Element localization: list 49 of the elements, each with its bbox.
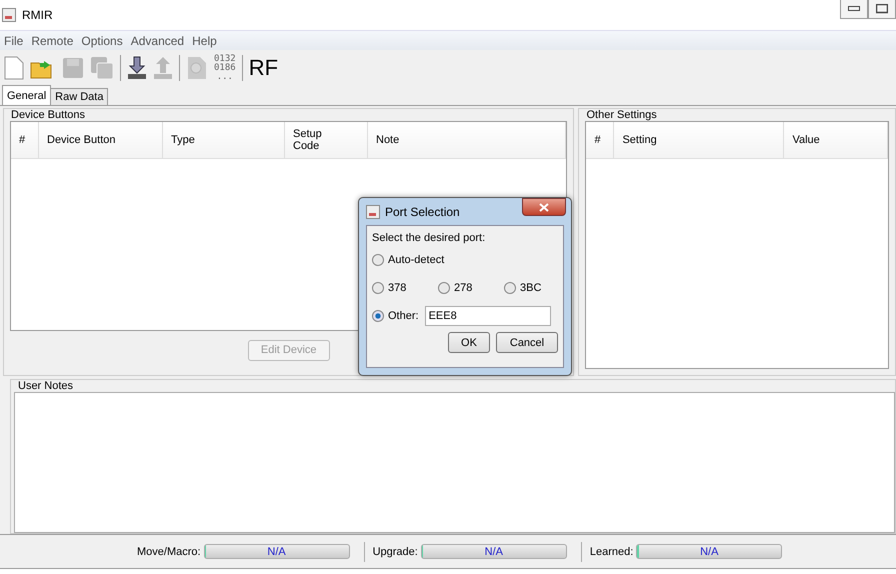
column-header[interactable]: # (586, 122, 614, 158)
panel-title: Other Settings (584, 109, 659, 121)
upload-icon (153, 56, 173, 80)
menu-item[interactable]: Remote (27, 34, 78, 48)
panel-title: User Notes (16, 380, 76, 392)
search-document-icon (186, 56, 208, 80)
minimize-icon (848, 6, 860, 12)
close-icon (539, 202, 549, 212)
column-header[interactable]: Setting (614, 122, 784, 158)
dialog-title: Port Selection (385, 204, 460, 218)
download-icon (127, 56, 147, 80)
window-title: RMIR (22, 8, 53, 22)
rf-button[interactable]: RF (248, 54, 278, 82)
download-button[interactable] (127, 54, 147, 82)
menu-item[interactable]: Options (77, 34, 127, 48)
maximize-button[interactable] (868, 0, 896, 19)
radio-button[interactable]: 278 (438, 282, 504, 294)
panel-title: Device Buttons (9, 109, 87, 121)
new-button[interactable] (4, 54, 24, 82)
column-header[interactable]: Setup Code (285, 122, 368, 158)
maximize-icon (876, 4, 888, 14)
column-header[interactable]: Type (163, 122, 285, 158)
dialog-prompt: Select the desired port: (372, 232, 486, 244)
floppy-disks-icon (90, 56, 114, 80)
column-header[interactable]: Device Button (39, 122, 163, 158)
minimize-button[interactable] (840, 0, 868, 19)
dialog-button[interactable]: OK (448, 332, 490, 353)
tab[interactable]: General (2, 85, 52, 105)
column-header[interactable]: # (11, 122, 39, 158)
radio-button[interactable]: 378 (372, 282, 438, 294)
status-label: Upgrade: (372, 546, 418, 558)
close-button[interactable] (522, 198, 566, 216)
progress-reading: N/A (484, 546, 504, 558)
menu-item[interactable]: File (0, 34, 28, 48)
menu-item[interactable]: Help (188, 34, 221, 48)
radio-button[interactable]: Other: (372, 310, 419, 322)
status-label: Move/Macro: (137, 546, 201, 558)
new-file-icon (4, 56, 24, 80)
column-header[interactable]: Note (368, 122, 566, 158)
status-label: Learned: (590, 546, 634, 558)
port-field[interactable]: EEE8 (424, 306, 551, 326)
dialog-button[interactable]: Cancel (496, 332, 558, 353)
column-header[interactable]: Value (784, 122, 888, 158)
radio-button[interactable]: Auto-detect (372, 254, 444, 266)
menu-item[interactable]: Advanced (126, 34, 188, 48)
radio-button[interactable]: 3BC (504, 282, 544, 294)
progress-reading: N/A (267, 546, 286, 558)
progress-reading: N/A (700, 546, 718, 558)
tab[interactable]: Raw Data (50, 88, 108, 105)
